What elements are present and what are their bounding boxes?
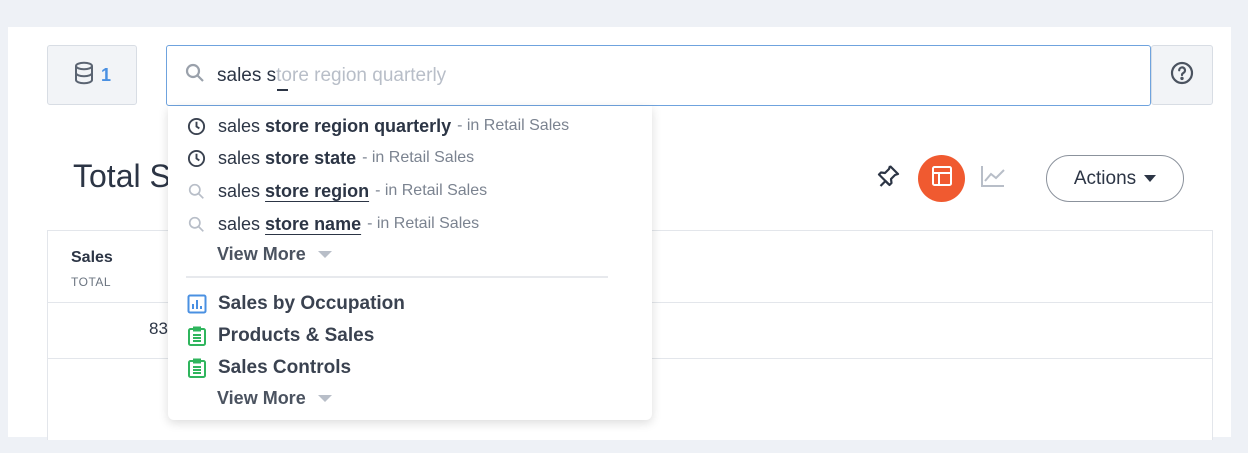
suggestion-item[interactable]: sales store name - in Retail Sales (186, 211, 479, 237)
saved-object-label: Sales by Occupation (218, 293, 405, 314)
source-count: 1 (100, 64, 111, 85)
search-completion-hint: tore region quarterly (276, 64, 447, 86)
saved-object-item[interactable]: Sales by Occupation (186, 291, 405, 317)
suggestion-item[interactable]: sales store state - in Retail Sales (186, 145, 474, 171)
text-cursor (277, 88, 288, 91)
actions-button[interactable]: Actions (1046, 155, 1184, 202)
database-icon (73, 61, 95, 90)
search-suggestions-dropdown: sales store region quarterly - in Retail … (168, 106, 652, 420)
suggestion-match: store region (265, 180, 370, 201)
view-more-suggestions-button[interactable]: View More (217, 244, 332, 265)
suggestion-match: store state (265, 147, 357, 168)
chart-view-button[interactable] (977, 162, 1009, 194)
column-header-aggregation: TOTAL (71, 275, 112, 289)
clipboard-icon (186, 325, 208, 347)
caret-down-icon (1144, 175, 1157, 182)
table-icon (931, 165, 953, 192)
suggestion-item[interactable]: sales store region quarterly - in Retail … (186, 113, 569, 139)
table-view-button[interactable] (918, 155, 965, 202)
suggestion-match: store region quarterly (265, 115, 452, 136)
pin-icon (875, 163, 901, 194)
chevron-down-icon (317, 395, 332, 402)
suggestion-source: - in Retail Sales (457, 117, 570, 134)
clock-icon (186, 116, 206, 136)
saved-object-item[interactable]: Products & Sales (186, 323, 374, 349)
search-icon (186, 214, 206, 234)
bar-chart-icon (186, 293, 208, 315)
chevron-down-icon (317, 251, 332, 258)
search-typed-text: sales s (217, 64, 277, 86)
suggestion-source: - in Retail Sales (362, 149, 475, 166)
line-chart-icon (980, 164, 1006, 193)
suggestion-match: store name (265, 213, 362, 234)
clipboard-icon (186, 357, 208, 379)
dropdown-divider (186, 276, 608, 278)
actions-label: Actions (1073, 167, 1137, 189)
question-icon (1170, 61, 1194, 90)
saved-object-label: Sales Controls (218, 357, 352, 378)
pin-button[interactable] (872, 162, 904, 194)
clock-icon (186, 148, 206, 168)
suggestion-item[interactable]: sales store region - in Retail Sales (186, 178, 487, 204)
suggestion-source: - in Retail Sales (367, 215, 480, 232)
column-header-sales[interactable]: Sales (71, 249, 113, 267)
answer-title: Total S (73, 158, 171, 194)
search-input[interactable]: sales store region quarterly (166, 45, 1151, 106)
search-icon (186, 181, 206, 201)
search-icon (185, 63, 205, 88)
data-sources-button[interactable]: 1 (47, 45, 137, 105)
suggestion-source: - in Retail Sales (375, 182, 488, 199)
saved-object-item[interactable]: Sales Controls (186, 355, 351, 381)
saved-object-label: Products & Sales (218, 325, 375, 346)
view-more-objects-button[interactable]: View More (217, 388, 332, 409)
help-button[interactable] (1151, 45, 1213, 105)
